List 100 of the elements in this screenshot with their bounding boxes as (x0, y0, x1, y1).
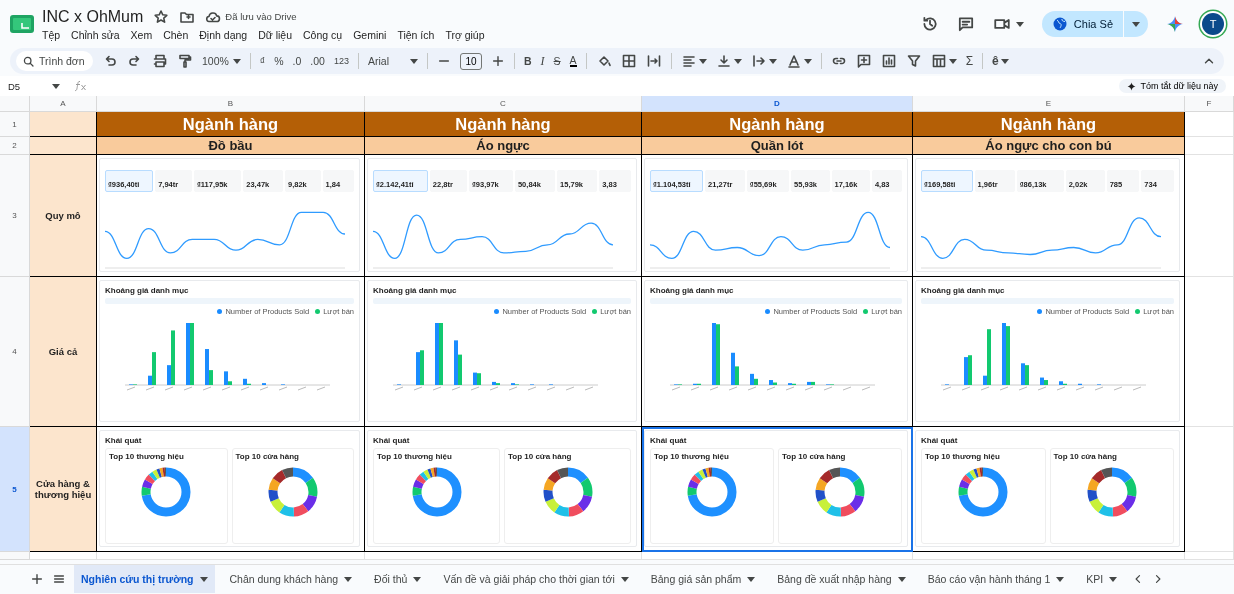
align-left-icon[interactable] (680, 53, 697, 69)
percent-format-button[interactable]: % (274, 55, 284, 67)
caret-icon[interactable] (52, 83, 60, 89)
gemini-sparkle-icon[interactable] (1166, 15, 1184, 33)
sheet-tab[interactable]: KPI (1079, 565, 1125, 593)
input-tools-button[interactable]: ê (992, 54, 999, 68)
caret-icon[interactable] (803, 58, 812, 64)
caret-icon[interactable] (1015, 21, 1024, 27)
column-header[interactable]: A (30, 96, 97, 112)
caret-icon[interactable] (344, 576, 353, 582)
section-title: Khái quát (650, 436, 688, 445)
font-dropdown[interactable]: Arial (368, 55, 418, 67)
column-header[interactable]: B (97, 96, 365, 112)
increase-decimal-button[interactable]: .00 (310, 55, 325, 67)
row-header[interactable]: 3 (0, 155, 30, 277)
row-header[interactable]: 5 (0, 427, 30, 552)
caret-icon[interactable] (948, 58, 957, 64)
table-cell[interactable]: Khái quát Top 10 thương hiệu Top 10 cửa hàng (913, 427, 1185, 552)
save-status: Đã lưu vào Drive (225, 11, 297, 22)
history-icon[interactable] (920, 15, 939, 33)
sheet-tab[interactable]: Chân dung khách hàng (222, 565, 360, 593)
print-icon[interactable] (152, 53, 168, 69)
sheets-logo-icon[interactable] (10, 15, 34, 33)
panel-title: Top 10 cửa hàng (508, 452, 572, 461)
caret-icon[interactable] (410, 58, 418, 64)
italic-button[interactable]: I (540, 53, 545, 69)
text-wrap-icon[interactable] (750, 53, 767, 69)
caret-icon[interactable] (413, 576, 422, 582)
caret-icon[interactable] (698, 58, 707, 64)
column-header[interactable]: C (365, 96, 642, 112)
borders-icon[interactable] (620, 53, 637, 69)
menu-item[interactable]: Định dạng (199, 28, 248, 41)
column-header[interactable]: E (913, 96, 1185, 112)
menu-item[interactable]: Chỉnh sửa (71, 28, 120, 41)
sheet-tab[interactable]: Đối thủ (367, 565, 429, 593)
menu-item[interactable]: Trợ giúp (445, 28, 485, 41)
column-header[interactable]: D (642, 96, 913, 112)
text-color-button[interactable]: A (569, 55, 577, 67)
globe-icon (1051, 16, 1068, 32)
insert-chart-icon[interactable] (880, 53, 897, 69)
add-comment-icon[interactable] (855, 53, 872, 69)
decrease-decimal-button[interactable]: .0 (292, 55, 302, 67)
number-format-button[interactable]: 123 (333, 56, 349, 66)
caret-icon[interactable] (620, 576, 629, 582)
sheet-tab[interactable]: Báo cáo vận hành tháng 1 (920, 565, 1072, 593)
bold-button[interactable]: B (524, 55, 532, 67)
paint-format-icon[interactable] (177, 53, 193, 69)
sheet-tab[interactable]: Bảng giá sản phẩm (643, 565, 763, 593)
row-label: Giá cả (30, 277, 97, 427)
sheet-tab[interactable]: Bảng đề xuất nhập hàng (770, 565, 913, 593)
menu-item[interactable]: Gemini (353, 28, 387, 41)
filter-icon[interactable] (905, 53, 922, 69)
functions-button[interactable]: Σ (965, 54, 974, 68)
menu-item[interactable]: Xem (130, 28, 153, 41)
panel-title: Top 10 thương hiệu (377, 452, 452, 461)
caret-icon[interactable] (733, 58, 742, 64)
add-sheet-icon[interactable] (30, 572, 44, 586)
menu-item[interactable]: Dữ liệu (258, 28, 293, 41)
user-avatar[interactable]: T (1202, 13, 1224, 35)
caret-icon[interactable] (897, 576, 906, 582)
caret-icon[interactable] (768, 58, 777, 64)
menu-item[interactable]: Tệp (42, 28, 61, 41)
menu-item[interactable]: Công cụ (303, 28, 343, 41)
menu-item[interactable]: Tiện ích (397, 28, 435, 41)
column-header[interactable]: F (1185, 96, 1234, 112)
table-cell[interactable]: Khái quát Top 10 thương hiệu Top 10 cửa hàng (642, 427, 913, 552)
comment-icon[interactable] (956, 15, 975, 33)
table-icon[interactable] (930, 53, 947, 69)
sheet-tab[interactable]: Vấn đề và giải pháp cho thời gian tới (436, 565, 636, 593)
caret-icon[interactable] (1056, 576, 1065, 582)
caret-icon[interactable] (1000, 58, 1009, 64)
caret-icon[interactable] (1132, 21, 1140, 27)
row-label: Quy mô (30, 155, 97, 277)
merge-cells-icon[interactable] (645, 53, 662, 69)
row-header[interactable]: 4 (0, 277, 30, 427)
strikethrough-button[interactable]: S (553, 55, 561, 67)
row-header[interactable]: 1 (0, 112, 30, 137)
zoom-dropdown[interactable]: 100% (202, 55, 241, 67)
row-header[interactable]: 2 (0, 137, 30, 155)
star-icon[interactable] (153, 8, 170, 25)
table-cell[interactable]: Khái quát Top 10 thương hiệu Top 10 cửa hàng (365, 427, 642, 552)
caret-icon[interactable] (232, 58, 241, 64)
caret-icon[interactable] (1109, 576, 1118, 582)
menu-search-field[interactable]: Trình đơn (16, 51, 93, 71)
table-cell[interactable]: Khái quát Top 10 thương hiệu Top 10 cửa hàng (97, 427, 365, 552)
align-bottom-icon[interactable] (715, 53, 732, 69)
document-title[interactable]: INC x OhMum (42, 7, 144, 26)
currency-format-button[interactable]: ₫ (259, 55, 266, 67)
cell-reference[interactable]: D5 (8, 80, 21, 92)
caret-icon[interactable] (747, 576, 756, 582)
plus-icon[interactable] (491, 54, 505, 68)
summarize-button[interactable]: Tóm tắt dữ liệu này (1119, 79, 1226, 93)
text-rotate-icon[interactable] (785, 53, 802, 69)
font-size-field[interactable]: 10 (460, 52, 482, 70)
menu-icon[interactable] (52, 572, 66, 586)
section-title: Khái quát (921, 436, 959, 445)
menu-item[interactable]: Chèn (163, 28, 189, 41)
category-name: Áo ngực (365, 137, 642, 155)
caret-icon[interactable] (199, 576, 208, 582)
sheet-tab[interactable]: Nghiên cứu thị trường (74, 565, 215, 593)
